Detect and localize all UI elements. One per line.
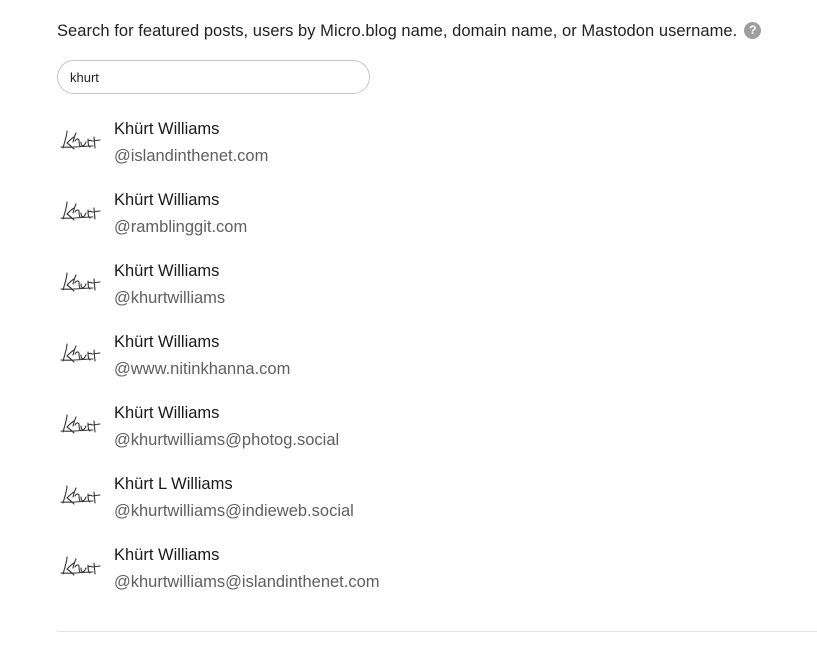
result-name[interactable]: Khürt Williams bbox=[114, 404, 219, 423]
signature-avatar-svg bbox=[60, 343, 101, 363]
search-intro: Search for featured posts, users by Micr… bbox=[57, 22, 762, 41]
bottom-divider bbox=[57, 631, 817, 632]
result-item[interactable]: Khürt Williams @khurtwilliams@islandinth… bbox=[57, 539, 757, 610]
signature-avatar-svg bbox=[60, 485, 101, 505]
signature-avatar-icon[interactable] bbox=[59, 119, 107, 159]
result-item[interactable]: Khürt L Williams @khurtwilliams@indieweb… bbox=[57, 468, 757, 539]
search-input[interactable] bbox=[58, 62, 360, 92]
signature-avatar-icon[interactable] bbox=[59, 545, 107, 585]
result-item[interactable]: Khürt Williams @ramblinggit.com bbox=[57, 184, 757, 255]
signature-avatar-svg bbox=[60, 130, 101, 150]
result-name[interactable]: Khürt Williams bbox=[114, 333, 219, 352]
result-name[interactable]: Khürt Williams bbox=[114, 262, 219, 281]
signature-avatar-svg bbox=[60, 272, 101, 292]
signature-avatar-svg bbox=[60, 556, 101, 576]
question-circle-icon[interactable]: ? bbox=[744, 22, 762, 39]
result-name[interactable]: Khürt L Williams bbox=[114, 475, 233, 494]
search-instructions: Search for featured posts, users by Micr… bbox=[57, 22, 738, 40]
result-handle[interactable]: @ramblinggit.com bbox=[114, 218, 247, 237]
search-results: Khürt Williams @islandinthenet.com Khürt… bbox=[57, 113, 757, 610]
result-name[interactable]: Khürt Williams bbox=[114, 191, 219, 210]
result-name[interactable]: Khürt Williams bbox=[114, 120, 219, 139]
signature-avatar-icon[interactable] bbox=[59, 403, 107, 443]
signature-avatar-icon[interactable] bbox=[59, 190, 107, 230]
result-handle[interactable]: @islandinthenet.com bbox=[114, 147, 268, 166]
result-handle[interactable]: @khurtwilliams@indieweb.social bbox=[114, 502, 354, 521]
signature-avatar-svg bbox=[60, 201, 101, 221]
result-item[interactable]: Khürt Williams @islandinthenet.com bbox=[57, 113, 757, 184]
signature-avatar-svg bbox=[60, 414, 101, 434]
result-item[interactable]: Khürt Williams @khurtwilliams@photog.soc… bbox=[57, 397, 757, 468]
signature-avatar-icon[interactable] bbox=[59, 332, 107, 372]
result-handle[interactable]: @khurtwilliams@islandinthenet.com bbox=[114, 573, 380, 592]
result-name[interactable]: Khürt Williams bbox=[114, 546, 219, 565]
result-item[interactable]: Khürt Williams @www.nitinkhanna.com bbox=[57, 326, 757, 397]
signature-avatar-icon[interactable] bbox=[59, 474, 107, 514]
signature-avatar-icon[interactable] bbox=[59, 261, 107, 301]
result-item[interactable]: Khürt Williams @khurtwilliams bbox=[57, 255, 757, 326]
result-handle[interactable]: @khurtwilliams@photog.social bbox=[114, 431, 339, 450]
search-box[interactable] bbox=[57, 60, 370, 94]
result-handle[interactable]: @www.nitinkhanna.com bbox=[114, 360, 290, 379]
result-handle[interactable]: @khurtwilliams bbox=[114, 289, 225, 308]
